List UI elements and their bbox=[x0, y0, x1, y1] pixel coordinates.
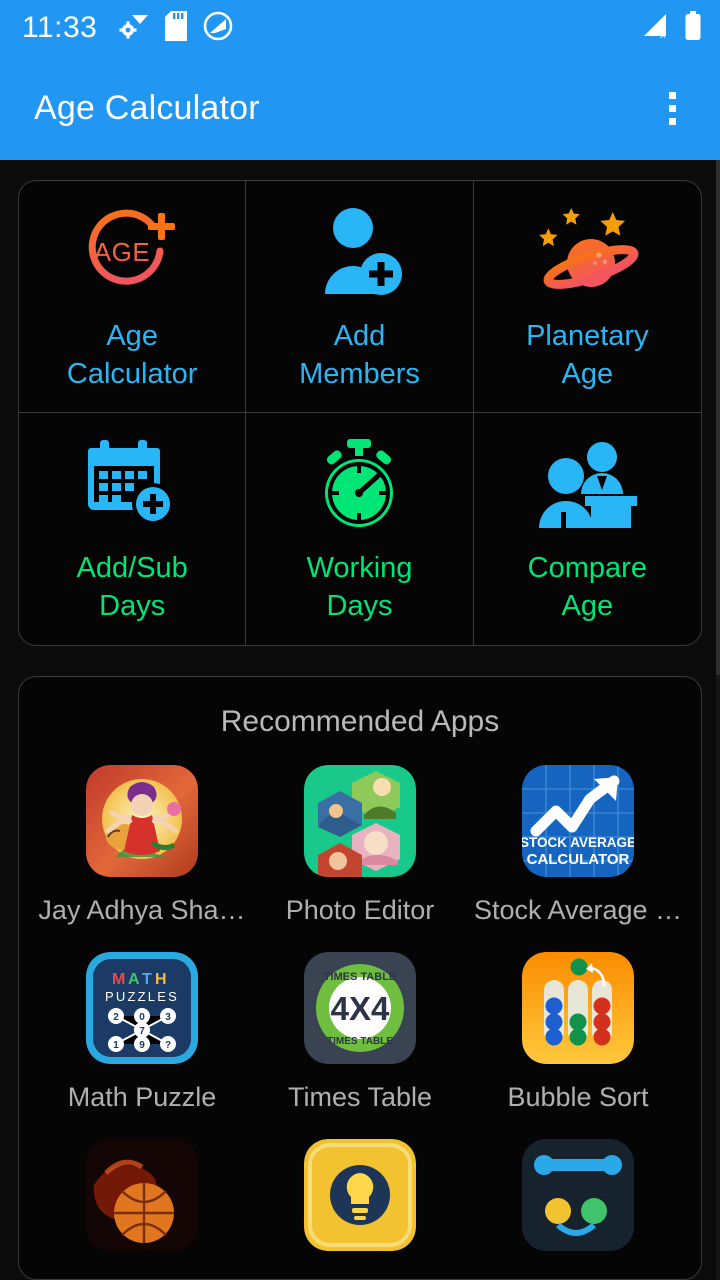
svg-text:T: T bbox=[142, 971, 152, 988]
list-item-label: Math Puzzle bbox=[67, 1082, 217, 1112]
feature-label: Add Members bbox=[299, 317, 420, 393]
overflow-menu-button[interactable] bbox=[648, 80, 696, 136]
icon-number: 9 bbox=[139, 1040, 145, 1051]
times-table-app-icon: TIMES TABLE 4X4 TIMES TABLE bbox=[304, 952, 416, 1064]
list-item[interactable] bbox=[251, 1139, 469, 1269]
list-item[interactable] bbox=[33, 1139, 251, 1269]
people-desk-icon bbox=[527, 433, 647, 537]
feature-label: Planetary Age bbox=[526, 317, 649, 393]
feature-add-members[interactable]: Add Members bbox=[246, 181, 474, 413]
svg-text:AGE: AGE bbox=[94, 237, 150, 267]
feature-label-line1: Add/Sub bbox=[76, 552, 188, 584]
recommended-apps-grid: Jay Adhya Sha… Photo Editor STOCK AVERAG… bbox=[19, 765, 701, 1269]
planet-saturn-icon bbox=[527, 201, 647, 305]
overflow-dot bbox=[668, 91, 676, 99]
list-item-label: Jay Adhya Sha… bbox=[38, 895, 246, 925]
list-item[interactable]: TIMES TABLE 4X4 TIMES TABLE Times Table bbox=[251, 952, 469, 1113]
feature-label-line1: Age bbox=[106, 319, 158, 352]
feature-label: Compare Age bbox=[528, 549, 647, 625]
list-item[interactable]: M A T H PUZZLES 2 0 3 7 1 9 ? Math Puzzl… bbox=[33, 952, 251, 1113]
recommended-apps-card: Recommended Apps Jay Adhya Sha… Photo Ed… bbox=[18, 676, 702, 1280]
app-bar: Age Calculator bbox=[0, 56, 720, 160]
svg-text:M: M bbox=[112, 971, 125, 988]
feature-label-line2: Age bbox=[561, 590, 614, 622]
bubble-sort-app-icon bbox=[522, 952, 634, 1064]
connect-dots-app-icon bbox=[522, 1139, 634, 1251]
overflow-dot bbox=[668, 104, 676, 112]
wifi-settings-icon bbox=[119, 13, 149, 44]
sd-card-icon bbox=[165, 10, 188, 46]
calendar-plus-icon bbox=[72, 433, 192, 537]
feature-working-days[interactable]: Working Days bbox=[246, 413, 474, 645]
svg-text:A: A bbox=[128, 971, 140, 988]
list-item[interactable]: Bubble Sort bbox=[469, 952, 687, 1113]
icon-number: 2 bbox=[113, 1012, 119, 1023]
feature-label: Working Days bbox=[307, 549, 413, 625]
math-puzzles-app-icon: M A T H PUZZLES 2 0 3 7 1 9 ? bbox=[86, 952, 198, 1064]
feature-label-line2: Days bbox=[326, 590, 393, 622]
status-bar-clock: 11:33 bbox=[22, 11, 98, 44]
list-item[interactable] bbox=[469, 1139, 687, 1269]
svg-text:H: H bbox=[155, 971, 167, 988]
feature-label-line2: Members bbox=[299, 357, 420, 390]
lightbulb-quiz-app-icon bbox=[304, 1139, 416, 1251]
icon-text-line2: CALCULATOR bbox=[527, 851, 630, 868]
svg-text:PUZZLES: PUZZLES bbox=[105, 989, 179, 1004]
feature-age-calculator[interactable]: AGE Age Calculator bbox=[19, 181, 247, 413]
page-title: Age Calculator bbox=[34, 88, 260, 127]
feature-label-line1: Working bbox=[306, 552, 413, 584]
list-item-label: Bubble Sort bbox=[507, 1082, 649, 1112]
recommended-apps-title: Recommended Apps bbox=[220, 705, 500, 738]
scrollbar-thumb[interactable] bbox=[716, 160, 720, 676]
svg-text:x: x bbox=[660, 29, 666, 40]
feature-label: Age Calculator bbox=[67, 317, 198, 393]
features-card: AGE Age Calculator Add Members Planetary… bbox=[18, 180, 702, 646]
feature-label-line2: Age bbox=[561, 357, 614, 390]
feature-label-line1: Planetary bbox=[526, 319, 649, 352]
photo-collage-app-icon bbox=[304, 765, 416, 877]
person-add-icon bbox=[299, 201, 419, 305]
feature-label: Add/Sub Days bbox=[77, 549, 188, 625]
icon-number: 0 bbox=[139, 1012, 145, 1023]
battery-full-icon bbox=[684, 10, 702, 46]
app-root: 11:33 x Age Calculator AGE Age Calculato… bbox=[0, 0, 720, 1280]
icon-text-main: 4X4 bbox=[331, 990, 390, 1027]
icon-number: ? bbox=[165, 1040, 171, 1051]
status-bar-left-icons bbox=[119, 10, 233, 46]
feature-label-line1: Compare bbox=[527, 552, 647, 584]
list-item-label: Stock Average … bbox=[473, 895, 683, 925]
stopwatch-icon bbox=[299, 433, 419, 537]
feature-label-line2: Calculator bbox=[66, 357, 198, 390]
feature-planetary-age[interactable]: Planetary Age bbox=[473, 181, 701, 413]
do-not-disturb-icon bbox=[203, 11, 233, 46]
icon-text-line1: STOCK AVERAGE bbox=[522, 835, 634, 850]
status-bar-right-icons: x bbox=[642, 10, 702, 46]
list-item[interactable]: STOCK AVERAGE CALCULATOR Stock Average … bbox=[469, 765, 687, 926]
age-circle-plus-icon: AGE bbox=[72, 201, 192, 305]
list-item[interactable]: Jay Adhya Sha… bbox=[33, 765, 251, 926]
signal-off-icon: x bbox=[642, 12, 672, 45]
feature-compare-age[interactable]: Compare Age bbox=[474, 413, 701, 645]
icon-number: 7 bbox=[139, 1026, 145, 1037]
scroll-content[interactable]: AGE Age Calculator Add Members Planetary… bbox=[0, 160, 720, 1280]
status-bar: 11:33 x bbox=[0, 0, 720, 56]
list-item-label: Photo Editor bbox=[285, 895, 435, 925]
deity-durga-app-icon bbox=[86, 765, 198, 877]
feature-label-line2: Days bbox=[99, 590, 166, 622]
icon-number: 3 bbox=[165, 1012, 171, 1023]
overflow-dot bbox=[668, 117, 676, 125]
icon-text-top: TIMES TABLE bbox=[324, 971, 397, 983]
feature-label-line1: Add bbox=[333, 319, 386, 352]
feature-add-sub-days[interactable]: Add/Sub Days bbox=[19, 413, 247, 645]
list-item[interactable]: Photo Editor bbox=[251, 765, 469, 926]
list-item-label: Times Table bbox=[287, 1082, 433, 1112]
stock-average-calculator-app-icon: STOCK AVERAGE CALCULATOR bbox=[522, 765, 634, 877]
icon-number: 1 bbox=[113, 1040, 119, 1051]
icon-text-bottom: TIMES TABLE bbox=[327, 1036, 393, 1047]
basketball-fire-app-icon bbox=[86, 1139, 198, 1251]
scrollbar-track[interactable] bbox=[716, 160, 720, 1280]
